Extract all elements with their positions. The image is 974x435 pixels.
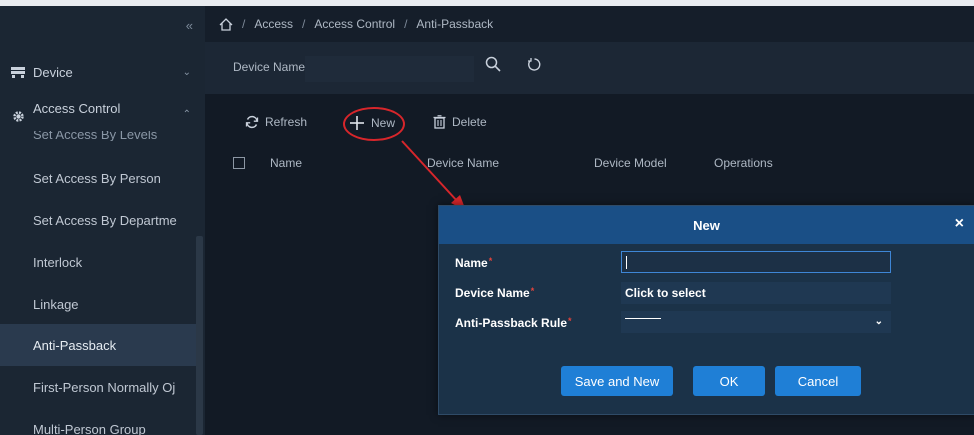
column-header-operations[interactable]: Operations [714, 156, 773, 170]
sidebar-scrollbar[interactable] [196, 236, 203, 435]
sidebar-item-set-access-by-person[interactable]: Set Access By Person [0, 157, 196, 199]
refresh-label: Refresh [265, 115, 308, 129]
refresh-icon [245, 115, 259, 129]
sidebar-group-device[interactable]: Device ⌄ [0, 52, 205, 92]
refresh-icon[interactable] [527, 57, 542, 75]
chevron-down-icon: ⌄ [874, 316, 883, 327]
save-and-new-button[interactable]: Save and New [561, 366, 673, 396]
close-icon[interactable]: × [955, 215, 964, 233]
sidebar-item-interlock[interactable]: Interlock [0, 241, 196, 283]
search-label: Device Name [233, 60, 306, 74]
breadcrumb-separator: / [302, 17, 306, 31]
device-name-search-input[interactable] [305, 56, 474, 82]
dialog-header: New × [439, 206, 974, 244]
sidebar-item-first-person-normally-open[interactable]: First-Person Normally Oj [0, 366, 196, 408]
trash-icon [433, 115, 446, 129]
gear-icon [11, 109, 25, 123]
anti-passback-rule-select[interactable]: ⌄ [621, 311, 891, 333]
breadcrumb-access[interactable]: Access [254, 17, 293, 31]
highlight-annotation-circle [343, 107, 405, 141]
text-cursor [626, 256, 627, 269]
sidebar-item-linkage[interactable]: Linkage [0, 283, 196, 325]
required-mark: * [530, 286, 535, 296]
column-header-device-name[interactable]: Device Name [427, 156, 499, 170]
sidebar-group-label: Access Control [33, 100, 121, 116]
breadcrumb: / Access / Access Control / Anti-Passbac… [205, 6, 974, 42]
sidebar-group-label: Device [33, 64, 73, 80]
sidebar-item-set-access-by-department[interactable]: Set Access By Departme [0, 199, 196, 241]
sidebar-item-partial[interactable]: Set Access By Levels [33, 131, 157, 141]
home-icon[interactable] [219, 17, 233, 31]
double-chevron-left-icon[interactable]: « [186, 18, 193, 33]
refresh-button[interactable]: Refresh [245, 115, 307, 129]
delete-label: Delete [452, 115, 487, 129]
breadcrumb-separator: / [242, 17, 246, 31]
cancel-button[interactable]: Cancel [775, 366, 861, 396]
empty-selection-dash [625, 318, 661, 319]
breadcrumb-separator: / [404, 17, 408, 31]
sidebar-group-access-control[interactable]: Access Control ⌃ [0, 96, 205, 136]
device-name-selector[interactable]: Click to select [621, 282, 891, 304]
search-icon[interactable] [485, 56, 501, 75]
delete-button[interactable]: Delete [433, 115, 487, 129]
breadcrumb-access-control[interactable]: Access Control [314, 17, 395, 31]
device-name-field-label: Device Name* [455, 286, 535, 300]
chevron-up-icon: ⌃ [182, 109, 191, 120]
dialog-title: New [693, 218, 720, 233]
required-mark: * [488, 256, 493, 266]
new-dialog: New × Name* Device Name* Click to select… [438, 205, 974, 415]
name-field-label: Name* [455, 256, 493, 270]
required-mark: * [568, 316, 572, 326]
search-bar: Device Name [205, 42, 974, 94]
device-icon [11, 65, 25, 79]
breadcrumb-anti-passback: Anti-Passback [416, 17, 494, 31]
column-header-name[interactable]: Name [270, 156, 302, 170]
select-all-checkbox[interactable] [233, 157, 245, 169]
anti-passback-rule-field-label: Anti-Passback Rule* [455, 316, 572, 330]
ok-button[interactable]: OK [693, 366, 765, 396]
name-input[interactable] [621, 251, 891, 273]
sidebar-item-anti-passback[interactable]: Anti-Passback [0, 324, 196, 366]
sidebar: « Device ⌄ Access Control ⌃ Set Access B… [0, 6, 205, 435]
chevron-down-icon: ⌄ [182, 66, 191, 78]
sidebar-item-multi-person-group[interactable]: Multi-Person Group [0, 408, 196, 435]
column-header-device-model[interactable]: Device Model [594, 156, 667, 170]
